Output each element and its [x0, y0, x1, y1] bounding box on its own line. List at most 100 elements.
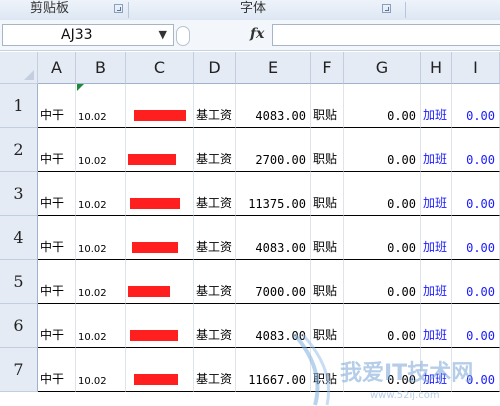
- cell-a3[interactable]: 中干: [38, 172, 76, 216]
- cell-e3[interactable]: 11375.00: [236, 172, 311, 216]
- cell-value: 0.00: [387, 197, 416, 211]
- column-header-b[interactable]: B: [76, 52, 126, 84]
- font-group-label: 字体: [240, 1, 267, 16]
- cell-e4[interactable]: 4083.00: [236, 216, 311, 260]
- cell-value: 10.02: [78, 332, 107, 343]
- column-header-f[interactable]: F: [311, 52, 344, 84]
- cell-i5[interactable]: 0.00: [452, 260, 500, 304]
- cell-value: 加班: [423, 108, 448, 122]
- cell-c2[interactable]: [126, 128, 194, 172]
- cell-value: 加班: [423, 152, 448, 166]
- cell-c3[interactable]: [126, 172, 194, 216]
- cell-value: 加班: [423, 196, 448, 210]
- cell-d1[interactable]: 基工资: [194, 84, 236, 128]
- cell-g5[interactable]: 0.00: [344, 260, 421, 304]
- cell-g3[interactable]: 0.00: [344, 172, 421, 216]
- cell-value: 中干: [40, 372, 65, 386]
- cell-value: 10.02: [78, 200, 107, 211]
- row-header[interactable]: 7: [0, 348, 38, 392]
- cell-b5[interactable]: 10.02: [76, 260, 126, 304]
- cell-value: 中干: [40, 328, 65, 342]
- formula-input[interactable]: [272, 24, 500, 46]
- cell-f3[interactable]: 职贴: [311, 172, 344, 216]
- cell-e5[interactable]: 7000.00: [236, 260, 311, 304]
- cell-a6[interactable]: 中干: [38, 304, 76, 348]
- cell-i4[interactable]: 0.00: [452, 216, 500, 260]
- select-all-corner[interactable]: [0, 52, 38, 84]
- column-header-a[interactable]: A: [38, 52, 76, 84]
- cell-i1[interactable]: 0.00: [452, 84, 500, 128]
- cell-value: 基工资: [196, 196, 233, 210]
- cell-value: 基工资: [196, 328, 233, 342]
- cell-i3[interactable]: 0.00: [452, 172, 500, 216]
- cell-f5[interactable]: 职贴: [311, 260, 344, 304]
- cell-value: 4083.00: [255, 109, 306, 123]
- cell-e1[interactable]: 4083.00: [236, 84, 311, 128]
- ribbon-separator: [128, 2, 129, 18]
- cell-d6[interactable]: 基工资: [194, 304, 236, 348]
- cell-f4[interactable]: 职贴: [311, 216, 344, 260]
- cell-a2[interactable]: 中干: [38, 128, 76, 172]
- row-header[interactable]: 2: [0, 128, 38, 172]
- cell-e2[interactable]: 2700.00: [236, 128, 311, 172]
- cell-a1[interactable]: 中干: [38, 84, 76, 128]
- cell-c1[interactable]: [126, 84, 194, 128]
- cell-d2[interactable]: 基工资: [194, 128, 236, 172]
- cell-value: 0.00: [387, 153, 416, 167]
- cell-value: 0.00: [387, 241, 416, 255]
- svg-text:www.52ij.com: www.52ij.com: [370, 390, 440, 401]
- cell-b4[interactable]: 10.02: [76, 216, 126, 260]
- cell-b6[interactable]: 10.02: [76, 304, 126, 348]
- cell-value: 职贴: [313, 108, 338, 122]
- cell-g2[interactable]: 0.00: [344, 128, 421, 172]
- column-header-e[interactable]: E: [236, 52, 311, 84]
- cell-value: 2700.00: [255, 153, 306, 167]
- cell-value: 7000.00: [255, 285, 306, 299]
- cell-h1[interactable]: 加班: [421, 84, 452, 128]
- row-header[interactable]: 5: [0, 260, 38, 304]
- cell-a5[interactable]: 中干: [38, 260, 76, 304]
- cell-i2[interactable]: 0.00: [452, 128, 500, 172]
- cell-f2[interactable]: 职贴: [311, 128, 344, 172]
- cell-b2[interactable]: 10.02: [76, 128, 126, 172]
- chevron-down-icon[interactable]: ▼: [159, 28, 167, 41]
- row-header[interactable]: 6: [0, 304, 38, 348]
- row-header[interactable]: 3: [0, 172, 38, 216]
- column-header-g[interactable]: G: [344, 52, 421, 84]
- cell-d3[interactable]: 基工资: [194, 172, 236, 216]
- cell-d5[interactable]: 基工资: [194, 260, 236, 304]
- cell-c6[interactable]: [126, 304, 194, 348]
- name-box[interactable]: AJ33 ▼: [2, 24, 174, 46]
- row-header[interactable]: 1: [0, 84, 38, 128]
- column-header-d[interactable]: D: [194, 52, 236, 84]
- cell-h4[interactable]: 加班: [421, 216, 452, 260]
- formula-bar-resize-handle[interactable]: [176, 26, 190, 46]
- cell-c7[interactable]: [126, 348, 194, 392]
- redaction-mark: [128, 154, 176, 165]
- cell-c4[interactable]: [126, 216, 194, 260]
- cell-h3[interactable]: 加班: [421, 172, 452, 216]
- clipboard-dialog-launcher-icon[interactable]: [114, 4, 123, 13]
- column-header-h[interactable]: H: [421, 52, 452, 84]
- cell-c5[interactable]: [126, 260, 194, 304]
- font-dialog-launcher-icon[interactable]: [382, 4, 391, 13]
- cell-error-indicator-icon: [77, 84, 84, 91]
- cell-b3[interactable]: 10.02: [76, 172, 126, 216]
- cell-g1[interactable]: 0.00: [344, 84, 421, 128]
- cell-a4[interactable]: 中干: [38, 216, 76, 260]
- cell-a7[interactable]: 中干: [38, 348, 76, 392]
- cell-b7[interactable]: 10.02: [76, 348, 126, 392]
- cell-value: 中干: [40, 196, 65, 210]
- cell-d4[interactable]: 基工资: [194, 216, 236, 260]
- cell-value: 4083.00: [255, 241, 306, 255]
- cell-f1[interactable]: 职贴: [311, 84, 344, 128]
- column-header-c[interactable]: C: [126, 52, 194, 84]
- cell-h2[interactable]: 加班: [421, 128, 452, 172]
- insert-function-icon[interactable]: fx: [250, 26, 264, 42]
- cell-d7[interactable]: 基工资: [194, 348, 236, 392]
- column-header-i[interactable]: I: [452, 52, 500, 84]
- cell-value: 10.02: [78, 156, 107, 167]
- row-header[interactable]: 4: [0, 216, 38, 260]
- cell-h5[interactable]: 加班: [421, 260, 452, 304]
- cell-g4[interactable]: 0.00: [344, 216, 421, 260]
